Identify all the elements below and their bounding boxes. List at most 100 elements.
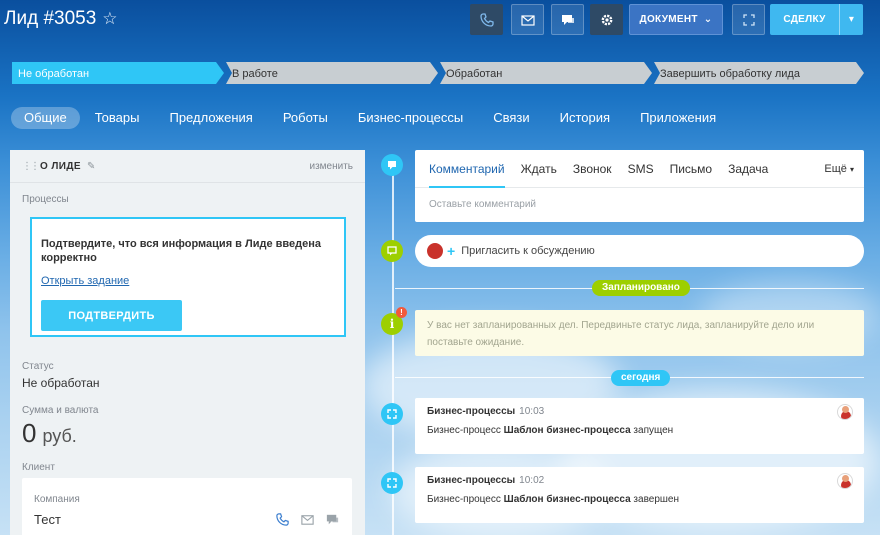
activity-title: Бизнес-процессы [427, 475, 516, 486]
main-tabs: Общие Товары Предложения Роботы Бизнес-п… [11, 107, 731, 129]
bp-dot [381, 403, 403, 425]
tab-sms[interactable]: SMS [628, 150, 654, 188]
task-box: Подтвердите, что вся информация в Лиде в… [30, 217, 346, 337]
phone-icon [479, 12, 494, 27]
task-text: Подтвердите, что вся информация в Лиде в… [41, 238, 321, 264]
stage-new[interactable]: Не обработан [12, 62, 224, 84]
settings-button[interactable] [590, 4, 623, 35]
stage-label: Обработан [446, 68, 503, 80]
activity-suffix: запущен [633, 425, 674, 436]
page-title: Лид #3053 ☆ [4, 8, 118, 30]
chat-button[interactable] [551, 4, 584, 35]
tab-offers[interactable]: Предложения [154, 107, 267, 129]
plus-icon: + [447, 243, 456, 259]
open-task-link[interactable]: Открыть задание [41, 275, 129, 287]
process-icon [387, 409, 397, 419]
stage-in-work[interactable]: В работе [226, 62, 438, 84]
chat-icon[interactable] [325, 512, 340, 527]
chevron-down-icon[interactable]: ▾ [839, 4, 863, 35]
avatar [427, 243, 443, 259]
pencil-icon[interactable]: ✎ [87, 161, 95, 172]
lead-title: Лид #3053 [4, 8, 97, 29]
processes-label: Процессы [22, 194, 69, 205]
activity-text: Бизнес-процесс Шаблон бизнес-процесса за… [427, 425, 852, 436]
tab-links[interactable]: Связи [478, 107, 544, 129]
activity-prefix: Бизнес-процесс [427, 494, 501, 505]
chevron-down-icon: ⌄ [703, 14, 713, 25]
tab-task[interactable]: Задача [728, 150, 768, 188]
activity-text: Бизнес-процесс Шаблон бизнес-процесса за… [427, 494, 852, 505]
amount-value: 0 [22, 418, 37, 448]
client-label: Клиент [22, 462, 55, 473]
client-block: Компания Тест [22, 478, 352, 535]
tab-products[interactable]: Товары [80, 107, 155, 129]
activity-prefix: Бизнес-процесс [427, 425, 501, 436]
tab-apps[interactable]: Приложения [625, 107, 731, 129]
drag-handle-icon[interactable]: ⋮⋮ [22, 161, 40, 172]
tab-history[interactable]: История [545, 107, 625, 129]
activity-time: 10:03 [519, 406, 545, 417]
envelope-icon[interactable] [300, 512, 315, 527]
activity-process-name[interactable]: Шаблон бизнес-процесса [504, 425, 631, 436]
today-badge: сегодня [611, 370, 671, 386]
amount-label: Сумма и валюта [22, 405, 99, 416]
stage-label: В работе [232, 68, 278, 80]
card-title: О ЛИДЕ [40, 160, 81, 172]
activity-title: Бизнес-процессы [427, 406, 516, 417]
convert-button[interactable] [732, 4, 765, 35]
status-label: Статус [22, 361, 54, 372]
currency: руб. [42, 426, 77, 446]
email-button[interactable] [511, 4, 544, 35]
tab-business-processes[interactable]: Бизнес-процессы [343, 107, 478, 129]
process-icon [387, 478, 397, 488]
document-label: ДОКУМЕНТ [639, 14, 698, 25]
activity-item[interactable]: Бизнес-процессы 10:02 Бизнес-процесс Шабл… [415, 467, 864, 523]
invite-to-discussion[interactable]: + Пригласить к обсуждению [415, 235, 864, 267]
star-icon[interactable]: ☆ [102, 9, 117, 29]
gear-icon [601, 14, 612, 25]
avatar [837, 404, 853, 420]
notification-badge: ! [396, 307, 407, 318]
company-label: Компания [34, 494, 80, 505]
chevron-down-icon: ▾ [849, 164, 854, 174]
call-button[interactable] [470, 4, 503, 35]
create-deal-button[interactable]: СДЕЛКУ ▾ [770, 4, 863, 35]
stage-label: Не обработан [18, 68, 90, 80]
convert-icon [742, 13, 755, 26]
lead-info-card: ⋮⋮ О ЛИДЕ ✎ изменить Процессы Подтвердит… [10, 150, 365, 535]
deal-label: СДЕЛКУ [783, 14, 826, 25]
activity-time: 10:02 [519, 475, 545, 486]
tab-call[interactable]: Звонок [573, 150, 612, 188]
stage-finish[interactable]: Завершить обработку лида [654, 62, 864, 84]
stage-processed[interactable]: Обработан [440, 62, 652, 84]
bp-dot [381, 472, 403, 494]
chat-icon [561, 14, 574, 25]
tab-email[interactable]: Письмо [670, 150, 713, 188]
phone-icon[interactable] [275, 512, 290, 527]
comment-icon [387, 246, 397, 256]
more-label: Ещё [824, 162, 847, 175]
tab-comment[interactable]: Комментарий [429, 150, 505, 188]
activity-item[interactable]: Бизнес-процессы 10:03 Бизнес-процесс Шабл… [415, 398, 864, 454]
confirm-button[interactable]: ПОДТВЕРДИТЬ [41, 300, 182, 331]
envelope-icon [520, 14, 535, 26]
activity-process-name[interactable]: Шаблон бизнес-процесса [504, 494, 631, 505]
tab-wait[interactable]: Ждать [521, 150, 557, 188]
document-button[interactable]: ДОКУМЕНТ ⌄ [629, 4, 723, 35]
change-link[interactable]: изменить [309, 161, 353, 172]
activity-header: Бизнес-процессы 10:03 [427, 406, 852, 417]
comment-tabs: Комментарий Ждать Звонок SMS Письмо Зада… [415, 150, 864, 188]
tab-robots[interactable]: Роботы [268, 107, 343, 129]
no-plans-message: У вас нет запланированных дел. Передвинь… [415, 310, 864, 356]
planned-badge: Запланировано [592, 280, 690, 296]
amount-field[interactable]: 0 руб. [22, 418, 77, 449]
status-value[interactable]: Не обработан [22, 376, 100, 390]
more-menu[interactable]: Ещё ▾ [824, 150, 854, 188]
tab-general[interactable]: Общие [11, 107, 80, 129]
stage-label: Завершить обработку лида [660, 68, 800, 80]
card-header: ⋮⋮ О ЛИДЕ ✎ изменить [10, 150, 365, 183]
comment-icon [388, 161, 396, 170]
avatar [837, 473, 853, 489]
comment-input[interactable]: Оставьте комментарий [415, 188, 864, 221]
invite-label: Пригласить к обсуждению [461, 245, 595, 257]
